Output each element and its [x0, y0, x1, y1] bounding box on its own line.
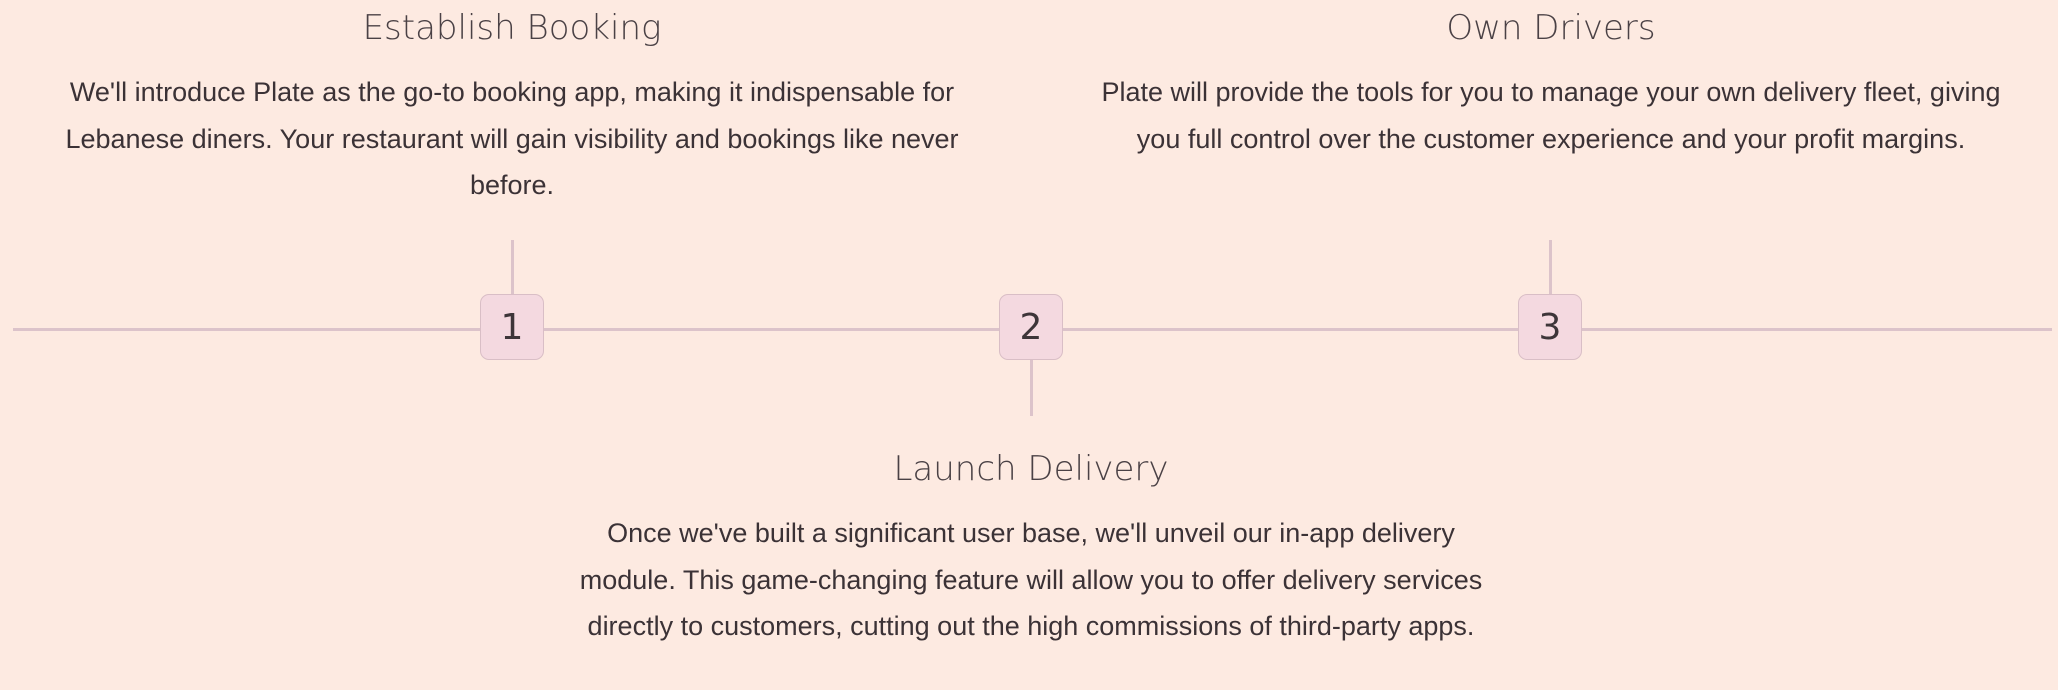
- step-2-number: 2: [1019, 306, 1043, 348]
- step-2: Launch Delivery Once we've built a signi…: [560, 441, 1502, 650]
- step-1-number: 1: [500, 306, 524, 348]
- step-2-title: Launch Delivery: [893, 449, 1169, 489]
- step-3-description: Plate will provide the tools for you to …: [1101, 77, 2001, 154]
- step-1-connector: [511, 240, 514, 294]
- step-3-connector: [1549, 240, 1552, 294]
- step-3-number: 3: [1538, 306, 1562, 348]
- step-2-description: Once we've built a significant user base…: [579, 518, 1483, 641]
- step-1-marker: 1: [480, 294, 544, 360]
- step-3-title: Own Drivers: [1446, 8, 1656, 48]
- step-3-marker: 3: [1518, 294, 1582, 360]
- step-1: Establish Booking We'll introduce Plate …: [42, 0, 982, 209]
- step-2-marker: 2: [999, 294, 1063, 360]
- step-1-description: We'll introduce Plate as the go-to booki…: [65, 77, 959, 200]
- step-2-connector: [1030, 360, 1033, 416]
- step-1-title: Establish Booking: [362, 8, 662, 48]
- step-3: Own Drivers Plate will provide the tools…: [1088, 0, 2014, 162]
- timeline: 1 2 3 Establish Booking We'll introduce …: [0, 0, 2058, 690]
